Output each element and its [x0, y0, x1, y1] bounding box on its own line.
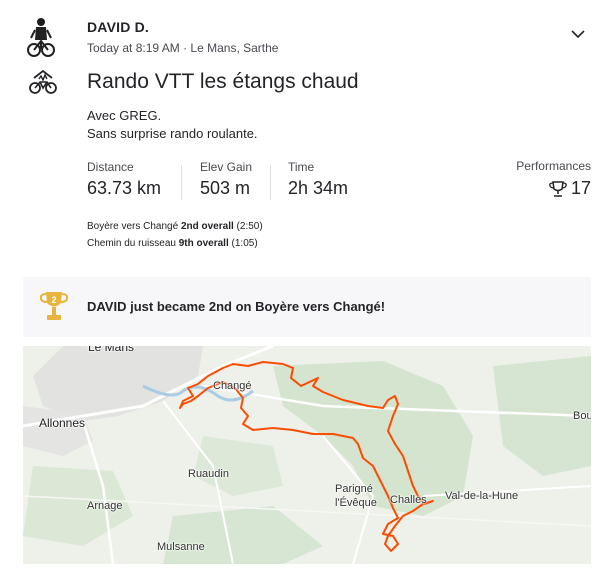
map-label: Arnage	[87, 500, 123, 512]
map-canvas	[23, 346, 591, 564]
stat-time-label: Time	[288, 160, 315, 174]
stat-distance-value: 63.73 km	[87, 178, 162, 198]
map-label: Mulsanne	[157, 541, 205, 553]
segment-name: Boyère vers Changé	[87, 221, 179, 232]
athlete-name[interactable]: DAVID D.	[87, 19, 149, 35]
e-mountain-bike-icon	[29, 69, 57, 94]
map-label: Bou	[573, 410, 591, 422]
map-label: Parigné	[335, 483, 373, 495]
activity-map[interactable]: Le Mans Changé Allonnes Ruaudin Parigné …	[23, 346, 591, 564]
map-label: l'Évêque	[335, 497, 377, 509]
meta-separator: ·	[183, 41, 188, 55]
stat-elev-gain: Elev Gain 503 m	[200, 160, 252, 199]
activity-description-line-2: Sans surprise rando roulante.	[87, 126, 258, 141]
activity-location: Le Mans, Sarthe	[190, 41, 279, 55]
stat-time: Time 2h 34m	[288, 160, 348, 199]
activity-title[interactable]: Rando VTT les étangs chaud	[87, 70, 359, 94]
stat-distance: Distance 63.73 km	[87, 160, 161, 199]
stat-distance-label: Distance	[87, 160, 134, 174]
map-label: Challes	[390, 494, 427, 506]
map-label: Changé	[213, 380, 252, 392]
stat-performances[interactable]: Performances 17	[516, 159, 591, 199]
stat-divider	[181, 165, 182, 200]
segment-rank: 9th overall	[178, 238, 229, 249]
second-place-cup-icon: 2	[39, 292, 69, 320]
activity-meta: Today at 8:19 AM · Le Mans, Sarthe	[87, 41, 278, 55]
segment-effort[interactable]: Chemin du ruisseau 9th overall (1:05)	[87, 238, 258, 249]
segment-time: (2:50)	[236, 221, 263, 232]
map-label: Le Mans	[88, 346, 135, 354]
stat-performances-label: Performances	[516, 159, 591, 173]
stat-divider	[270, 165, 271, 200]
stat-elev-label: Elev Gain	[200, 160, 253, 174]
map-label: Val-de-la-Hune	[445, 490, 519, 502]
activity-description-line-1: Avec GREG.	[87, 108, 162, 123]
activity-time: Today at 8:19 AM	[87, 41, 180, 55]
segment-name: Chemin du ruisseau	[87, 238, 176, 249]
avatar[interactable]	[26, 16, 56, 60]
stat-performances-value: 17	[570, 178, 591, 198]
achievement-text: DAVID just became 2nd on Boyère vers Cha…	[87, 299, 386, 314]
achievement-banner[interactable]: 2 DAVID just became 2nd on Boyère vers C…	[23, 277, 591, 337]
segment-time: (1:05)	[231, 238, 258, 249]
segment-rank: 2nd overall	[180, 221, 234, 232]
trophy-icon	[549, 180, 567, 197]
stat-elev-value: 503 m	[200, 178, 251, 198]
chevron-down-icon[interactable]	[570, 27, 586, 41]
badge-number: 2	[51, 295, 56, 305]
map-label: Ruaudin	[188, 468, 229, 480]
map-label: Allonnes	[39, 416, 86, 430]
stat-time-value: 2h 34m	[288, 178, 349, 198]
segment-effort[interactable]: Boyère vers Changé 2nd overall (2:50)	[87, 221, 263, 232]
